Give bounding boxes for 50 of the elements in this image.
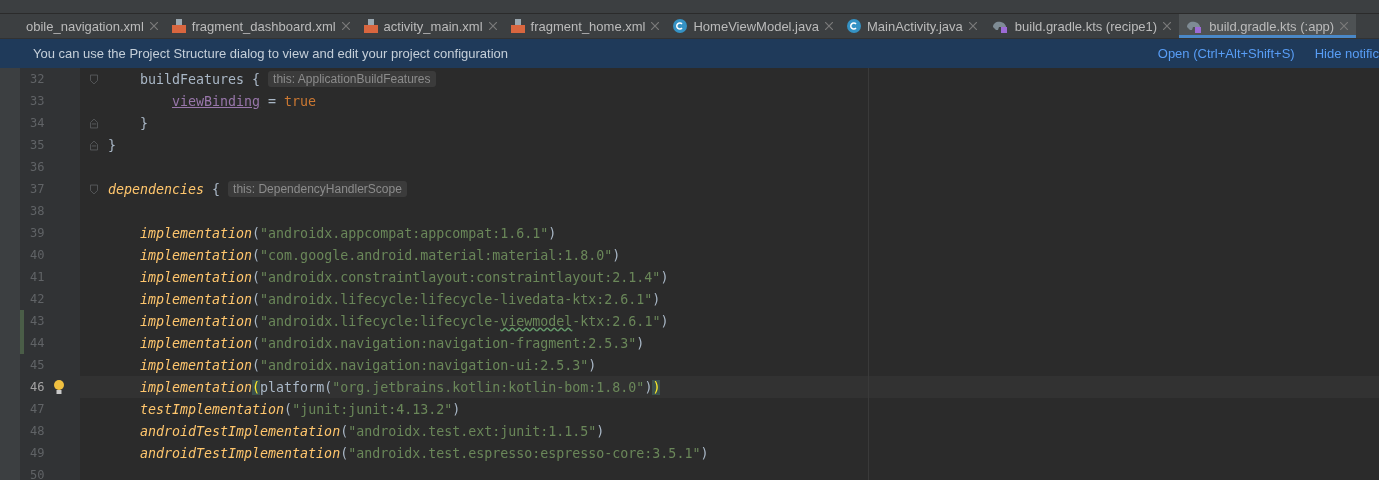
fold-icon[interactable]	[90, 73, 98, 85]
inlay-hint: this: ApplicationBuildFeatures	[268, 71, 436, 87]
class-icon	[673, 19, 688, 33]
fold-end-icon[interactable]	[90, 117, 98, 129]
elephant-icon	[990, 19, 1009, 33]
close-icon[interactable]	[651, 22, 660, 30]
fold-icon[interactable]	[90, 183, 98, 195]
code-line: implementation("androidx.appcompat:appcompat:1.6.1")	[140, 225, 557, 241]
code-line: implementation("androidx.lifecycle:lifecycle-livedata-ktx:2.6.1")	[140, 291, 661, 307]
xml-file-icon	[510, 19, 525, 33]
code-line: androidTestImplementation("androidx.test.ext:junit:1.1.5")	[140, 423, 605, 439]
code-line: viewBinding = true	[172, 93, 317, 109]
lightbulb-icon[interactable]	[53, 379, 65, 395]
close-icon[interactable]	[341, 22, 350, 30]
code-line: }	[108, 137, 116, 153]
code-line: implementation("androidx.constraintlayout:constraintlayout:2.1.4")	[140, 269, 669, 285]
code-line: testImplementation("junit:junit:4.13.2")	[140, 401, 461, 417]
editor-tab[interactable]: obile_navigation.xml	[20, 14, 166, 38]
code-line: }	[140, 115, 148, 131]
close-icon[interactable]	[149, 22, 158, 30]
close-icon[interactable]	[824, 22, 833, 30]
code-line: androidTestImplementation("androidx.test.espresso:espresso-core:3.5.1")	[140, 445, 709, 461]
class-icon	[846, 19, 861, 33]
code-line: implementation("androidx.navigation:navigation-ui:2.5.3")	[140, 357, 597, 373]
editor-tab[interactable]: HomeViewModel.java	[667, 14, 841, 38]
code-line: implementation(platform("org.jetbrains.kotlin:kotlin-bom:1.8.0"))	[140, 379, 661, 395]
banner-message: You can use the Project Structure dialog to view and edit your project configuration	[33, 46, 510, 61]
inlay-hint: this: DependencyHandlerScope	[228, 181, 407, 197]
close-icon[interactable]	[968, 22, 977, 30]
code-line: implementation("androidx.lifecycle:lifecycle-viewmodel-ktx:2.6.1")	[140, 313, 669, 329]
editor-tab[interactable]: fragment_dashboard.xml	[165, 14, 358, 38]
code-line: buildFeatures { this: ApplicationBuildFeatures	[140, 71, 436, 87]
close-icon[interactable]	[1340, 22, 1349, 30]
close-icon[interactable]	[1163, 22, 1172, 30]
editor-tab[interactable]: MainActivity.java	[840, 14, 985, 38]
close-icon[interactable]	[488, 22, 497, 30]
code-line: dependencies { this: DependencyHandlerScope	[108, 181, 407, 197]
line-number: 46	[30, 380, 45, 394]
code-line: implementation("androidx.navigation:navigation-fragment:2.5.3")	[140, 335, 645, 351]
editor-tab[interactable]: build.gradle.kts (recipe1)	[984, 14, 1180, 38]
editor-tab[interactable]: activity_main.xml	[357, 14, 505, 38]
editor-tab[interactable]: fragment_home.xml	[504, 14, 668, 38]
fold-end-icon[interactable]	[90, 139, 98, 151]
banner-link[interactable]: Open (Ctrl+Alt+Shift+S)	[1157, 46, 1295, 61]
code-line: implementation("com.google.android.material:material:1.8.0")	[140, 247, 621, 263]
elephant-icon	[1185, 19, 1204, 33]
xml-file-icon	[171, 19, 186, 33]
editor-tab[interactable]: build.gradle.kts (:app)	[1179, 14, 1357, 38]
xml-file-icon	[363, 19, 378, 33]
banner-link[interactable]: Hide notific	[1314, 46, 1379, 61]
